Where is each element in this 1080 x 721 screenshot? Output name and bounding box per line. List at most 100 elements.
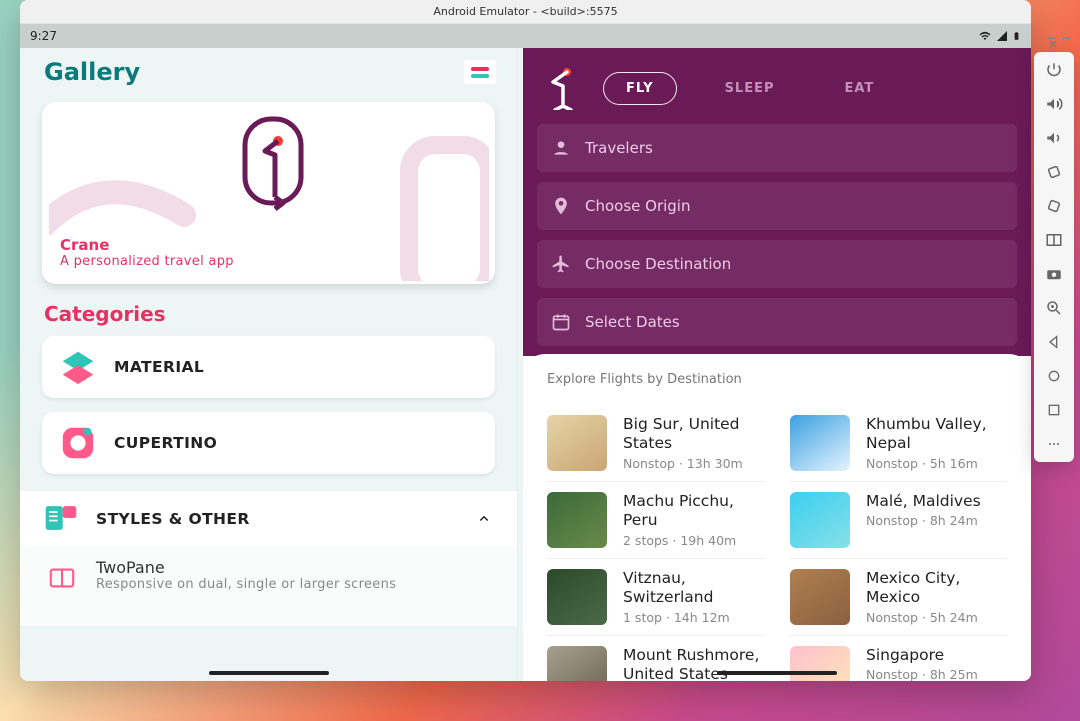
power-icon[interactable] [1044,60,1064,80]
destination-meta: 2 stops · 19h 40m [623,533,764,548]
screenshot-tool-icon[interactable] [1044,230,1064,250]
destination-name: Machu Picchu, Peru [623,492,764,531]
explore-sheet: Explore Flights by Destination Big Sur, … [523,354,1031,681]
field-destination[interactable]: Choose Destination [537,240,1017,288]
destinations-grid: Big Sur, United States Nonstop · 13h 30m K… [547,405,1007,681]
minimize-icon[interactable] [1062,37,1070,39]
destination-name: Mexico City, Mexico [866,569,1007,608]
destination-item[interactable]: Vitznau, Switzerland1 stop · 14h 12m [547,559,764,636]
featured-card-crane[interactable]: Crane A personalized travel app [42,102,495,284]
field-label: Choose Origin [585,197,690,215]
overview-icon[interactable] [1044,400,1064,420]
destination-thumb [790,492,850,548]
destination-thumb [547,415,607,471]
destination-item[interactable]: Khumbu Valley, Nepal Nonstop · 5h 16m [790,405,1007,482]
window-title: Android Emulator - <build>:5575 [433,5,617,18]
destination-name: Big Sur, United States [623,415,764,454]
destination-thumb [790,646,850,681]
person-icon [551,138,571,158]
destination-thumb [790,569,850,625]
categories-list: MATERIAL CUPERTINO [20,336,517,490]
emulator-window-controls: × [1034,28,1074,48]
category-label: MATERIAL [114,358,204,376]
rotate-left-icon[interactable] [1044,162,1064,182]
destination-name: Singapore [866,646,978,665]
rotate-right-icon[interactable] [1044,196,1064,216]
signal-icon [996,30,1008,42]
styles-label: STYLES & OTHER [96,510,459,528]
camera-icon[interactable] [1044,264,1064,284]
tab-fly[interactable]: FLY [603,72,677,105]
destination-item[interactable]: Machu Picchu, Peru 2 stops · 19h 40m [547,482,764,559]
field-label: Select Dates [585,313,680,331]
explore-heading: Explore Flights by Destination [547,372,1007,387]
destination-meta: Nonstop · 8h 24m [866,513,981,528]
home-icon[interactable] [1044,366,1064,386]
emulator-window: Android Emulator - <build>:5575 9:27 Gal… [20,0,1031,681]
twopane-row[interactable]: TwoPane Responsive on dual, single or la… [20,546,517,626]
battery-icon [1012,29,1021,43]
place-icon [551,196,571,216]
crane-nav: FLY SLEEP EAT [537,62,1017,124]
field-travelers[interactable]: Travelers [537,124,1017,172]
destination-meta: Nonstop · 5h 16m [866,456,1007,471]
status-clock: 9:27 [30,29,57,43]
volume-up-icon[interactable] [1044,94,1064,114]
status-icons [978,29,1021,43]
twopane-title: TwoPane [96,558,396,577]
calendar-icon [551,312,571,332]
emulator-titlebar: Android Emulator - <build>:5575 [20,0,1031,24]
twopane-subtitle: Responsive on dual, single or larger scr… [96,577,396,592]
category-material[interactable]: MATERIAL [42,336,495,398]
destination-item[interactable]: Malé, Maldives Nonstop · 8h 24m [790,482,1007,559]
field-dates[interactable]: Select Dates [537,298,1017,346]
volume-down-icon[interactable] [1044,128,1064,148]
material-icon [58,347,98,387]
wifi-icon [978,30,992,42]
twopane-icon [44,560,80,596]
crane-pane: FLY SLEEP EAT Travelers Choose Origin [523,48,1031,681]
destination-thumb [547,492,607,548]
crane-logo-icon [545,66,581,110]
destination-item[interactable]: Big Sur, United States Nonstop · 13h 30m [547,405,764,482]
tab-eat[interactable]: EAT [823,73,897,104]
destination-name: Khumbu Valley, Nepal [866,415,1007,454]
gallery-title: Gallery [44,58,140,86]
appearance-toggle[interactable] [463,59,497,85]
crane-tabs: FLY SLEEP EAT [603,72,1009,105]
crane-illustration [42,102,495,284]
field-origin[interactable]: Choose Origin [537,182,1017,230]
cupertino-icon [58,423,98,463]
field-label: Choose Destination [585,255,731,273]
nav-handle[interactable] [209,671,329,675]
close-icon[interactable]: × [1048,37,1056,39]
android-statusbar: 9:27 [20,24,1031,48]
destination-name: Mount Rushmore, United States [623,646,764,681]
chevron-up-icon [475,510,493,528]
more-icon[interactable] [1044,434,1064,454]
plane-icon [551,254,571,274]
back-icon[interactable] [1044,332,1064,352]
destination-meta: Nonstop · 13h 30m [623,456,764,471]
category-label: CUPERTINO [114,434,217,452]
field-label: Travelers [585,139,653,157]
destination-name: Vitznau, Switzerland [623,569,764,608]
gallery-pane: Gallery [20,48,517,681]
destination-thumb [547,646,607,681]
emulator-sidepanel [1034,52,1074,462]
styles-icon [44,501,80,537]
device-area: 9:27 Gallery [20,24,1031,681]
destination-thumb [790,415,850,471]
styles-other-row[interactable]: STYLES & OTHER [20,490,517,546]
zoom-in-icon[interactable] [1044,298,1064,318]
tab-sleep[interactable]: SLEEP [703,73,797,104]
crane-backdrop: FLY SLEEP EAT Travelers Choose Origin [523,48,1031,356]
nav-handle[interactable] [717,671,837,675]
destination-meta: Nonstop · 8h 25m [866,667,978,681]
split-screen: Gallery [20,48,1031,681]
destination-meta: Nonstop · 5h 24m [866,610,1007,625]
category-cupertino[interactable]: CUPERTINO [42,412,495,474]
destination-item[interactable]: Mexico City, Mexico Nonstop · 5h 24m [790,559,1007,636]
categories-heading: Categories [20,298,517,336]
destination-name: Malé, Maldives [866,492,981,511]
